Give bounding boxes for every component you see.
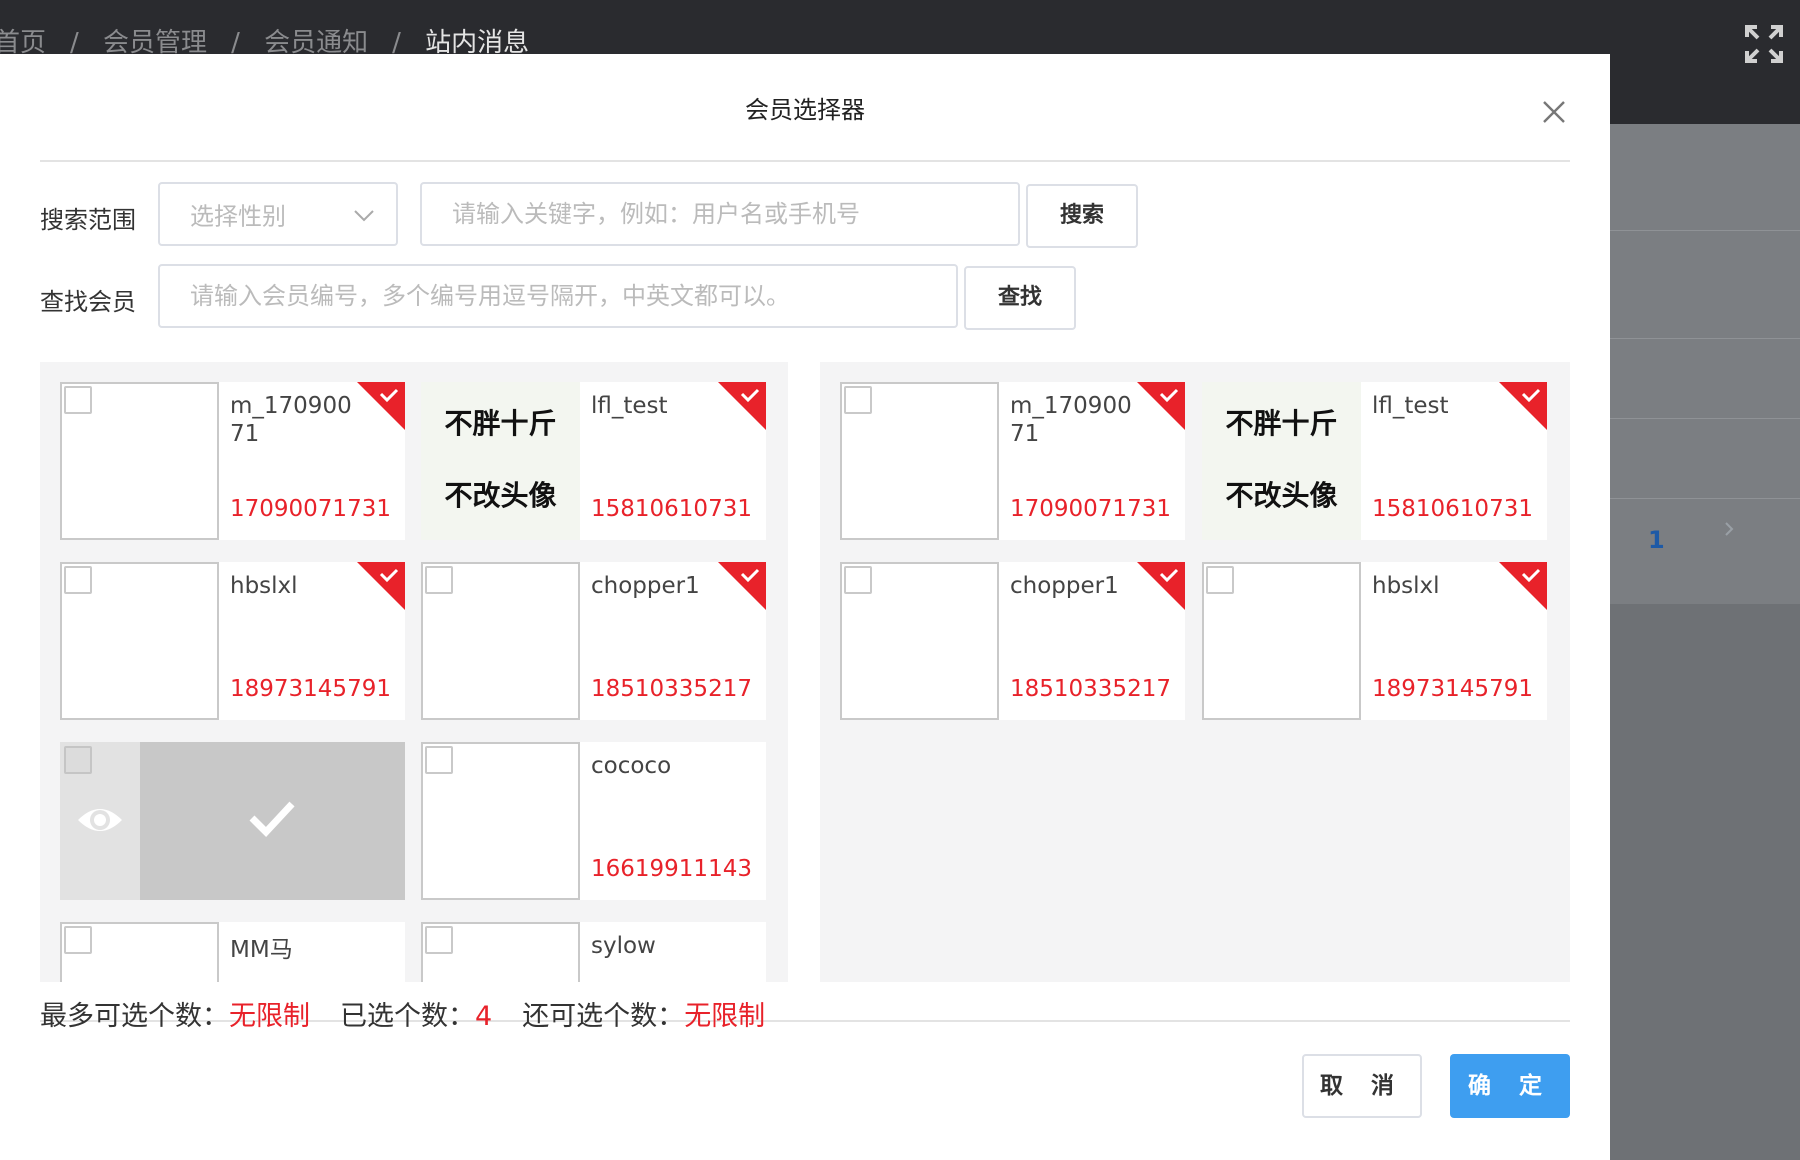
fullscreen-icon[interactable] [1744,24,1784,64]
avatar-text: 不改头像 [1225,479,1338,512]
member-checkbox[interactable] [64,926,92,954]
selection-stats: 最多可选个数：无限制 已选个数：4 还可选个数：无限制 [40,994,765,1033]
selected-member-card[interactable]: 不胖十斤 不改头像 lfl_test 15810610731 [1202,382,1547,540]
avatar-text: 不胖十斤 [1225,407,1338,440]
avatar: 不胖十斤 不改头像 [421,382,580,540]
member-username: sylow [591,933,656,959]
selected-corner-check-icon [718,562,766,610]
chevron-down-icon [354,210,374,222]
hover-overlay [60,742,405,900]
selected-member-card[interactable]: m_17090071 17090071731 [840,382,1185,540]
member-checkbox[interactable] [1206,566,1234,594]
member-card[interactable]: sylow [421,922,766,982]
member-phone: 15810610731 [591,496,752,522]
member-checkbox[interactable] [425,566,453,594]
chevron-right-icon[interactable] [1722,522,1736,536]
search-range-label: 搜索范围 [40,206,136,234]
member-phone: 15810610731 [1372,496,1533,522]
selected-corner-check-icon [1137,382,1185,430]
max-count-label: 最多可选个数： [40,1001,229,1032]
selected-corner-check-icon [1499,562,1547,610]
member-username: MM马 [230,937,293,963]
background-table-row [1610,338,1800,339]
gender-select-placeholder: 选择性别 [190,202,286,231]
member-phone: 18510335217 [1010,676,1171,702]
member-phone: 17090071731 [1010,496,1171,522]
member-card[interactable]: MM马 [60,922,405,982]
member-card-hovered[interactable] [60,742,405,900]
member-checkbox[interactable] [425,746,453,774]
member-username: chopper1 [591,573,700,599]
member-phone: 17090071731 [230,496,391,522]
selected-corner-check-icon [357,382,405,430]
eye-icon[interactable] [76,798,124,842]
max-count-value: 无限制 [229,1001,310,1032]
find-member-label: 查找会员 [40,288,136,316]
member-phone: 16619911143 [591,856,752,882]
selected-corner-check-icon [1137,562,1185,610]
close-icon[interactable] [1540,98,1568,126]
member-username: m_17090071 [1010,393,1132,447]
member-phone: 18973145791 [230,676,391,702]
background-table [1610,124,1800,604]
available-members-panel: m_17090071 17090071731 不胖十斤 不改头像 lfl_tes… [40,362,788,982]
selected-count-value: 4 [475,1001,493,1032]
confirm-button[interactable]: 确 定 [1450,1054,1570,1118]
selected-member-card[interactable]: hbslxl 18973145791 [1202,562,1547,720]
selected-count-label: 已选个数： [340,1001,475,1032]
background-table-row [1610,230,1800,231]
member-username: hbslxl [230,573,298,599]
member-username: chopper1 [1010,573,1119,599]
member-card[interactable]: chopper1 18510335217 [421,562,766,720]
member-checkbox[interactable] [64,386,92,414]
member-username: cococo [591,753,672,779]
selected-members-panel: m_17090071 17090071731 不胖十斤 不改头像 lfl_tes… [820,362,1570,982]
cancel-button[interactable]: 取 消 [1302,1054,1422,1118]
member-card[interactable]: 不胖十斤 不改头像 lfl_test 15810610731 [421,382,766,540]
member-username: hbslxl [1372,573,1440,599]
remaining-count-value: 无限制 [684,1001,766,1032]
member-username: m_17090071 [230,393,352,447]
search-button[interactable]: 搜索 [1026,184,1138,248]
member-phone: 18973145791 [1372,676,1533,702]
avatar-text: 不胖十斤 [444,407,557,440]
member-checkbox[interactable] [844,566,872,594]
member-checkbox[interactable] [64,746,92,774]
selected-corner-check-icon [357,562,405,610]
member-card[interactable]: hbslxl 18973145791 [60,562,405,720]
selected-corner-check-icon [1499,382,1547,430]
member-ids-input[interactable] [158,264,958,328]
pagination-current-page[interactable]: 1 [1648,526,1665,554]
avatar-text: 不改头像 [444,479,557,512]
find-button[interactable]: 查找 [964,266,1076,330]
selected-member-card[interactable]: chopper1 18510335217 [840,562,1185,720]
keyword-search-input[interactable] [420,182,1020,246]
background-table-row [1610,418,1800,419]
modal-title: 会员选择器 [745,96,865,124]
member-phone: 18510335217 [591,676,752,702]
member-card[interactable]: cococo 16619911143 [421,742,766,900]
remaining-count-label: 还可选个数： [522,1001,685,1032]
member-checkbox[interactable] [64,566,92,594]
avatar: 不胖十斤 不改头像 [1202,382,1361,540]
background-table-row [1610,498,1800,499]
header-divider [40,160,1570,162]
member-checkbox[interactable] [425,926,453,954]
member-checkbox[interactable] [844,386,872,414]
member-username: lfl_test [591,393,668,419]
selected-corner-check-icon [718,382,766,430]
member-card[interactable]: m_17090071 17090071731 [60,382,405,540]
gender-select[interactable]: 选择性别 [158,182,398,246]
select-check-icon[interactable] [248,798,296,838]
member-username: lfl_test [1372,393,1449,419]
